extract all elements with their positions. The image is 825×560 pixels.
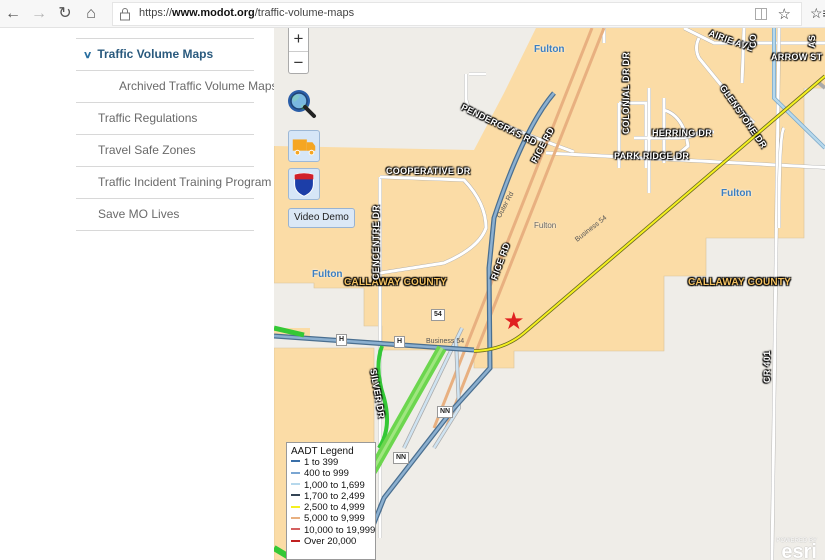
legend-row: 400 to 999 [291, 468, 371, 479]
reading-view-icon[interactable] [755, 8, 767, 20]
legend-swatch [291, 539, 300, 542]
sidebar-item-traffic-volume-maps[interactable]: ∨ Traffic Volume Maps [76, 39, 254, 71]
legend-swatch [291, 528, 300, 531]
route-shield-nn: NN [393, 452, 410, 464]
url-path: /traffic-volume-maps [254, 7, 355, 19]
truck-icon [292, 139, 316, 156]
legend-swatch [291, 471, 300, 474]
legend-label: 1,000 to 1,699 [304, 479, 365, 491]
route-shield-us-54: 54 [431, 309, 445, 321]
legend-swatch [291, 494, 300, 497]
favorites-bar-icon[interactable]: ☆≡ [810, 5, 825, 22]
city-label-fulton: Fulton [721, 188, 752, 199]
legend-row: 5,000 to 9,999 [291, 513, 371, 524]
sidebar-item-save-mo-lives[interactable]: Save MO Lives [76, 199, 254, 231]
legend-rows: 1 to 399 400 to 999 1,000 to 1,699 1,700 to… [291, 457, 375, 547]
location-marker-star-icon[interactable]: ★ [503, 310, 525, 334]
lock-icon [120, 8, 130, 21]
address-bar[interactable]: https://www.modot.org/traffic-volume-map… [112, 2, 802, 26]
sidebar-item-label: Traffic Volume Maps [97, 47, 214, 61]
sidebar-item-traffic-incident-training[interactable]: Traffic Incident Training Program [76, 167, 271, 199]
legend-label: 2,500 to 4,999 [304, 502, 365, 514]
legend-label: 400 to 999 [304, 468, 349, 480]
sidebar-item-archived-traffic-volume-maps[interactable]: Archived Traffic Volume Maps [76, 71, 278, 103]
back-icon[interactable]: ← [2, 3, 24, 25]
legend-row: Over 20,000 [291, 536, 371, 547]
route-shield-nn: NN [437, 406, 454, 418]
zoom-in-button[interactable]: + [289, 28, 308, 51]
interstate-tool-button[interactable] [288, 168, 320, 200]
forward-icon[interactable]: → [28, 3, 50, 25]
url-domain: www.modot.org [172, 7, 255, 19]
route-shield-h: H [336, 334, 348, 346]
road-label-cr-401: CR 401 [762, 350, 772, 383]
legend-label: 5,000 to 9,999 [304, 513, 365, 525]
search-globe-icon[interactable] [286, 88, 318, 120]
legend-row: 1,000 to 1,699 [291, 480, 371, 491]
legend-label: 10,000 to 19,999 [304, 524, 376, 536]
county-label: CALLAWAY COUNTY [344, 277, 448, 288]
legend-row: 2,500 to 4,999 [291, 502, 371, 513]
road-label-centre-dr: CENCENTRE DR [371, 204, 381, 280]
esri-attribution[interactable]: POWERED BY esri [776, 538, 817, 560]
road-label-arrow-st: ARROW ST [771, 52, 823, 62]
road-label-cooperative-dr: COOPERATIVE DR [386, 166, 471, 176]
legend-swatch [291, 483, 300, 486]
legend-row: 10,000 to 19,999 [291, 525, 375, 536]
road-label-colonial-dr: COLONIAL DR DR [621, 51, 631, 134]
legend-row: 1,700 to 2,499 [291, 491, 371, 502]
county-label: CALLAWAY COUNTY [688, 277, 792, 288]
sidebar-item-travel-safe-zones[interactable]: Travel Safe Zones [76, 135, 254, 167]
truck-tool-button[interactable] [288, 130, 320, 162]
video-demo-button[interactable]: Video Demo [288, 208, 355, 228]
road-label-co: CO [748, 33, 758, 48]
favorite-star-icon[interactable]: ☆ [778, 5, 791, 23]
legend-swatch [291, 516, 300, 519]
home-icon[interactable]: ⌂ [80, 3, 102, 25]
route-shield-h: H [394, 336, 406, 348]
refresh-icon[interactable]: ↻ [54, 3, 76, 25]
road-label-as: AS [807, 34, 817, 48]
legend-row: 1 to 399 [291, 457, 371, 468]
url-prefix: https:// [139, 7, 173, 19]
city-label-fulton: Fulton [534, 221, 557, 230]
zoom-out-button[interactable]: − [289, 51, 308, 74]
legend-swatch [291, 505, 300, 508]
road-label-herring-dr: HERRING DR [652, 128, 713, 138]
city-label-fulton: Fulton [534, 44, 565, 55]
sidebar-item-traffic-regulations[interactable]: Traffic Regulations [76, 103, 254, 135]
sidebar: ∨ Traffic Volume Maps Archived Traffic Vo… [0, 28, 278, 560]
zoom-control: + − [288, 28, 309, 74]
interstate-shield-icon [294, 172, 314, 197]
road-label-park-ridge-dr: PARK RIDGE DR [614, 151, 690, 161]
sidebar-menu: ∨ Traffic Volume Maps Archived Traffic Vo… [76, 38, 278, 231]
chevron-down-icon: ∨ [82, 50, 93, 61]
esri-logo: esri [781, 541, 817, 560]
legend-label: 1,700 to 2,499 [304, 490, 365, 502]
traffic-map[interactable]: Fulton Fulton Fulton Fulton CALLAWAY COU… [274, 28, 825, 560]
legend-label: 1 to 399 [304, 457, 339, 468]
legend-swatch [291, 460, 300, 463]
url-text[interactable]: https://www.modot.org/traffic-volume-map… [139, 7, 354, 19]
legend-label: Over 20,000 [304, 536, 357, 548]
browser-toolbar: ← → ↻ ⌂ https://www.modot.org/traffic-vo… [0, 0, 825, 28]
aadt-legend: AADT Legend 1 to 399 400 to 999 1,000 to 1… [286, 442, 376, 560]
road-label-business-54: Business 54 [426, 338, 465, 345]
city-label-fulton: Fulton [312, 269, 343, 280]
legend-title: AADT Legend [291, 446, 354, 457]
